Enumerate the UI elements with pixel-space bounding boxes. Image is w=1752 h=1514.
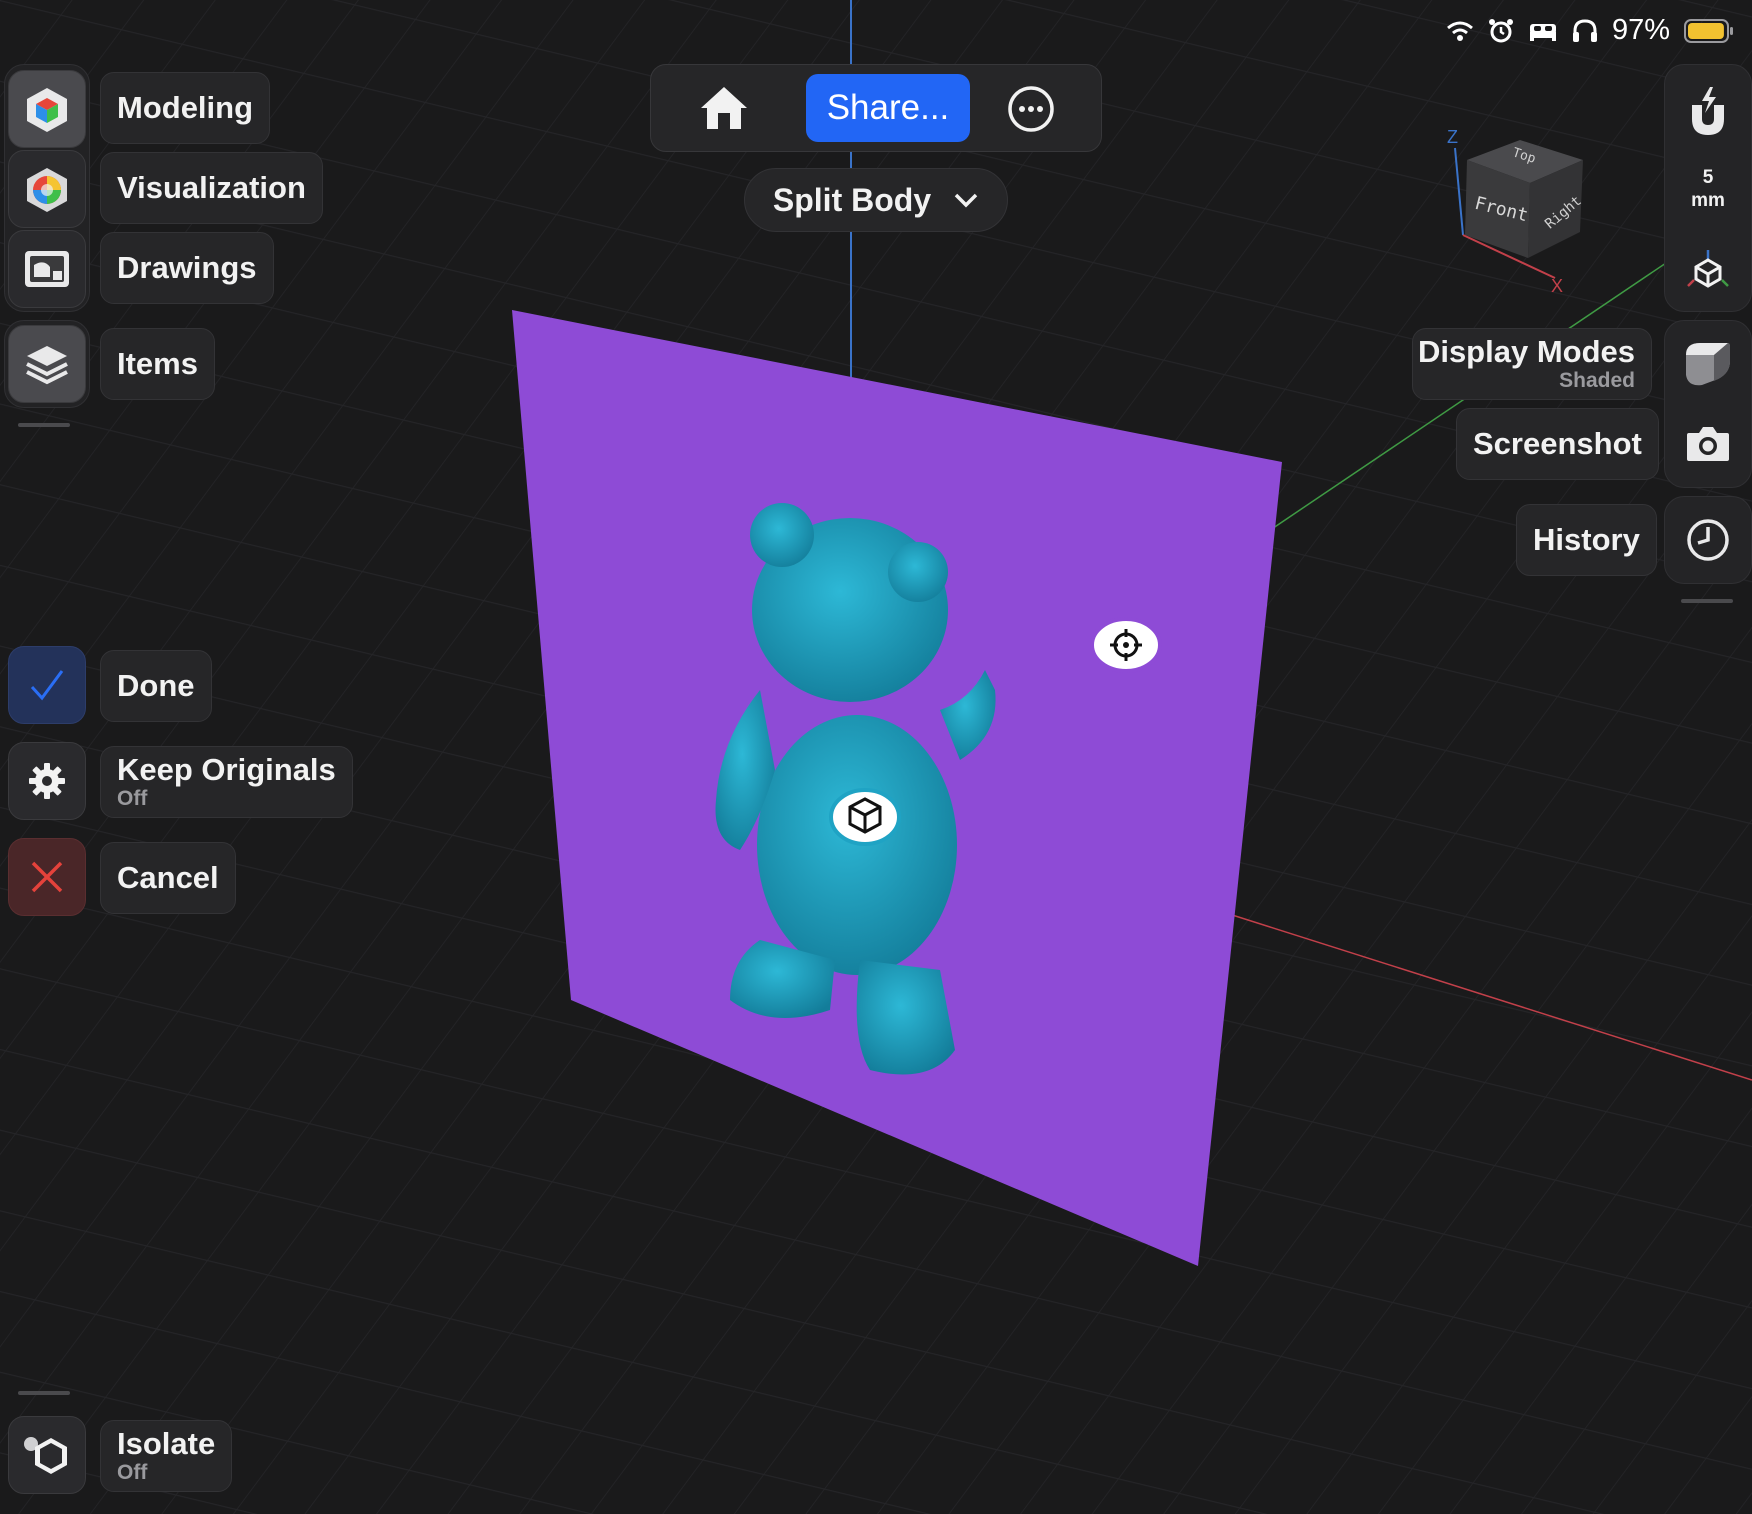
move-gizmo[interactable] [1090, 617, 1162, 673]
more-ellipsis-icon [1008, 86, 1054, 132]
view-orientation-button[interactable] [1672, 234, 1744, 306]
snap-increment[interactable]: 5 mm [1672, 166, 1744, 212]
drawings-icon [25, 251, 69, 287]
status-bar: 97% [1446, 14, 1734, 47]
share-button[interactable]: Share... [806, 74, 970, 142]
checkmark-icon [30, 670, 64, 701]
axes-cube-icon [1687, 250, 1729, 288]
clock-icon [1687, 519, 1729, 561]
display-modes-label: Display Modes [1417, 333, 1635, 369]
headphones-icon [1572, 18, 1597, 42]
tool-selector-dropdown[interactable]: Split Body [744, 168, 1008, 232]
camera-icon [1687, 427, 1729, 461]
modeling-cube-icon [27, 88, 67, 132]
tool-selector-label: Split Body [772, 181, 932, 218]
left-divider-bottom [18, 1391, 70, 1395]
cancel-button[interactable] [8, 838, 86, 916]
home-icon [701, 87, 747, 129]
chevron-down-icon [954, 193, 978, 208]
snap-unit: mm [1691, 190, 1725, 211]
cancel-label[interactable]: Cancel [100, 842, 236, 914]
isolate-icon [24, 1437, 67, 1474]
view-cube-z: Z [1447, 127, 1458, 147]
battery-icon [1684, 18, 1733, 43]
more-button[interactable] [1006, 84, 1056, 134]
view-cube-x: X [1551, 276, 1563, 296]
history-label[interactable]: History [1516, 504, 1657, 576]
layers-icon [26, 346, 68, 385]
workspace-visualization-button[interactable] [8, 150, 86, 228]
keep-originals-button[interactable] [8, 742, 86, 820]
color-wheel-icon [27, 168, 67, 212]
done-button[interactable] [8, 646, 86, 724]
snap-value: 5 [1702, 167, 1714, 188]
home-button[interactable] [694, 80, 754, 136]
left-divider-top [18, 423, 70, 427]
items-label[interactable]: Items [100, 328, 215, 400]
display-modes-toggle[interactable]: Display Modes Shaded [1412, 328, 1652, 400]
workspace-drawings-button[interactable] [8, 230, 86, 308]
keep-originals-toggle[interactable]: Keep Originals Off [100, 746, 353, 818]
isolate-label: Isolate [117, 1425, 216, 1461]
workspace-drawings-label[interactable]: Drawings [100, 232, 274, 304]
close-icon [31, 861, 63, 893]
items-button[interactable] [8, 325, 86, 403]
battery-percent: 97% [1611, 14, 1670, 46]
wifi-icon [1446, 21, 1473, 41]
history-button[interactable] [1672, 504, 1744, 576]
isolate-value: Off [117, 1460, 148, 1484]
body-gizmo[interactable] [829, 788, 901, 846]
gear-icon [29, 763, 65, 799]
snap-button[interactable] [1672, 76, 1744, 148]
sleep-bed-icon [1529, 23, 1556, 41]
workspace-modeling-label[interactable]: Modeling [100, 72, 271, 144]
isolate-button[interactable] [8, 1416, 86, 1494]
alarm-icon [1488, 18, 1513, 42]
right-divider [1681, 599, 1733, 603]
done-label[interactable]: Done [100, 650, 212, 722]
magnet-icon [1692, 87, 1724, 135]
display-modes-button[interactable] [1672, 328, 1744, 400]
display-modes-value: Shaded [1559, 368, 1635, 392]
isolate-toggle[interactable]: Isolate Off [100, 1420, 233, 1492]
screenshot-label[interactable]: Screenshot [1456, 408, 1659, 480]
workspace-modeling-button[interactable] [8, 70, 86, 148]
shaded-mode-icon [1686, 343, 1730, 386]
screenshot-button[interactable] [1672, 408, 1744, 480]
keep-originals-label: Keep Originals [117, 751, 336, 787]
workspace-visualization-label[interactable]: Visualization [100, 152, 323, 224]
keep-originals-value: Off [117, 786, 148, 810]
